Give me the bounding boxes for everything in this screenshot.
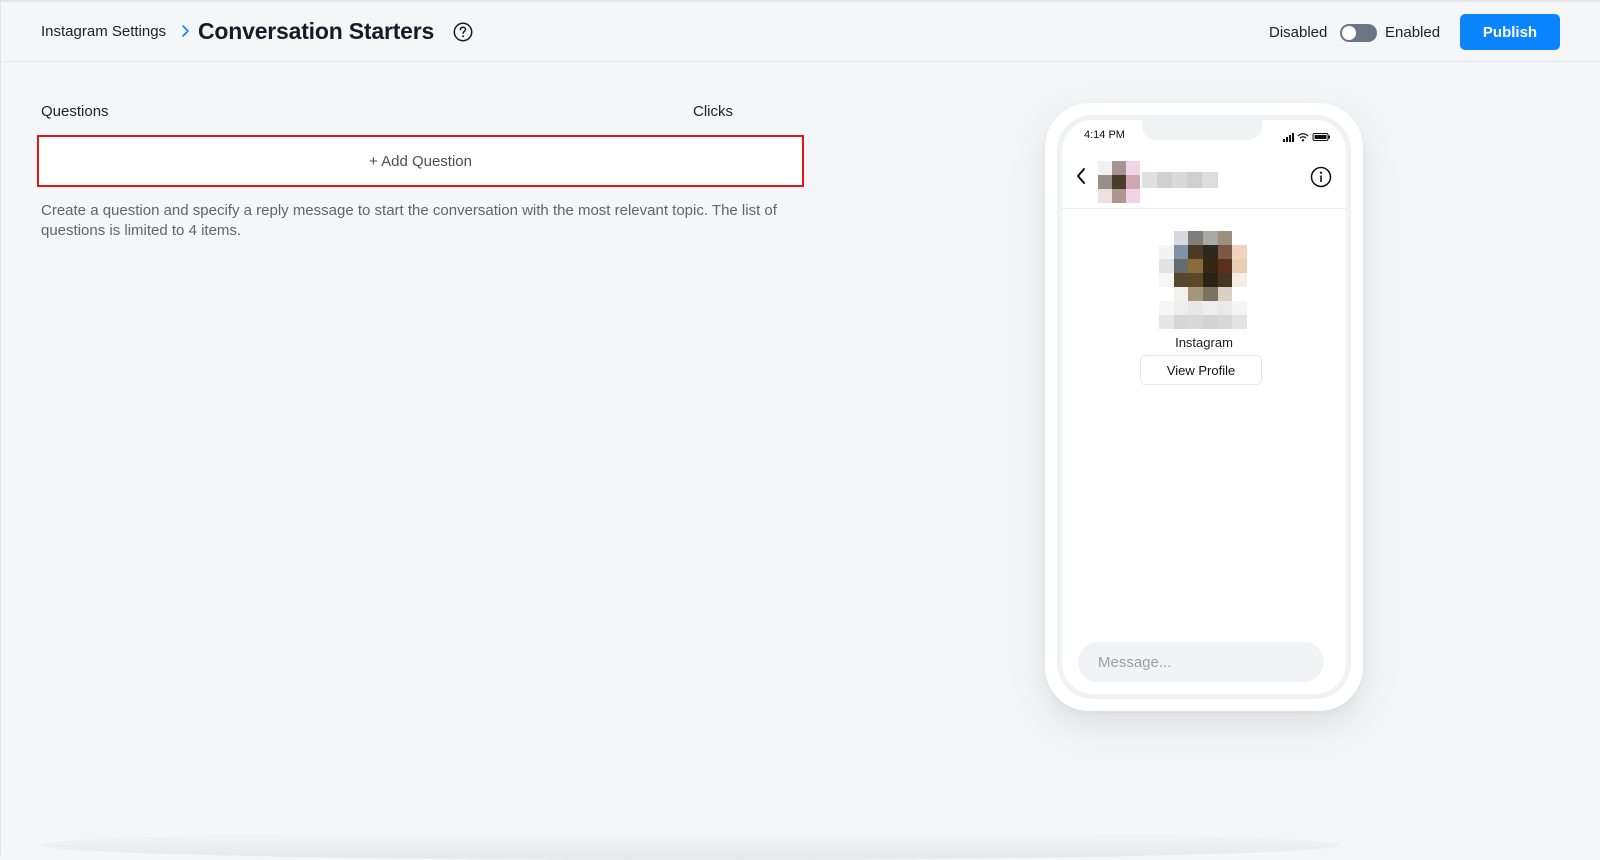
page-title: Conversation Starters bbox=[198, 18, 435, 44]
profile-image-blurred bbox=[1159, 231, 1247, 334]
publish-button[interactable]: Publish bbox=[1460, 14, 1560, 50]
help-icon[interactable] bbox=[453, 22, 473, 47]
toggle-disabled-label: Disabled bbox=[1269, 24, 1328, 41]
toggle-enabled-label: Enabled bbox=[1385, 24, 1441, 41]
breadcrumb-instagram-settings[interactable]: Instagram Settings bbox=[41, 23, 166, 40]
avatar-blurred bbox=[1098, 161, 1140, 208]
chat-header-divider bbox=[1062, 208, 1346, 209]
bottom-shadow bbox=[40, 830, 1340, 860]
chevron-right-icon bbox=[181, 24, 190, 43]
toggle-knob bbox=[1342, 26, 1356, 40]
status-bar-time: 4:14 PM bbox=[1084, 129, 1125, 141]
page-header: Instagram Settings Conversation Starters… bbox=[0, 2, 1600, 62]
questions-helper-text: Create a question and specify a reply me… bbox=[41, 202, 777, 239]
info-icon[interactable] bbox=[1310, 166, 1332, 193]
message-input[interactable]: Message... bbox=[1078, 642, 1324, 682]
back-chevron-icon[interactable] bbox=[1075, 167, 1087, 190]
add-question-button[interactable]: + Add Question bbox=[37, 135, 804, 187]
window-left-border bbox=[0, 0, 1, 855]
phone-preview: 4:14 PM Instagram View Profile Message..… bbox=[1045, 103, 1363, 711]
profile-name: Instagram bbox=[1175, 335, 1233, 350]
status-bar-icons bbox=[1283, 129, 1331, 147]
enable-toggle[interactable] bbox=[1340, 24, 1377, 42]
phone-notch bbox=[1142, 120, 1262, 140]
questions-column-header: Questions bbox=[41, 103, 109, 120]
clicks-column-header: Clicks bbox=[693, 103, 733, 120]
view-profile-button[interactable]: View Profile bbox=[1140, 355, 1262, 385]
phone-screen: 4:14 PM Instagram View Profile Message..… bbox=[1057, 115, 1351, 699]
username-blurred bbox=[1142, 172, 1218, 193]
